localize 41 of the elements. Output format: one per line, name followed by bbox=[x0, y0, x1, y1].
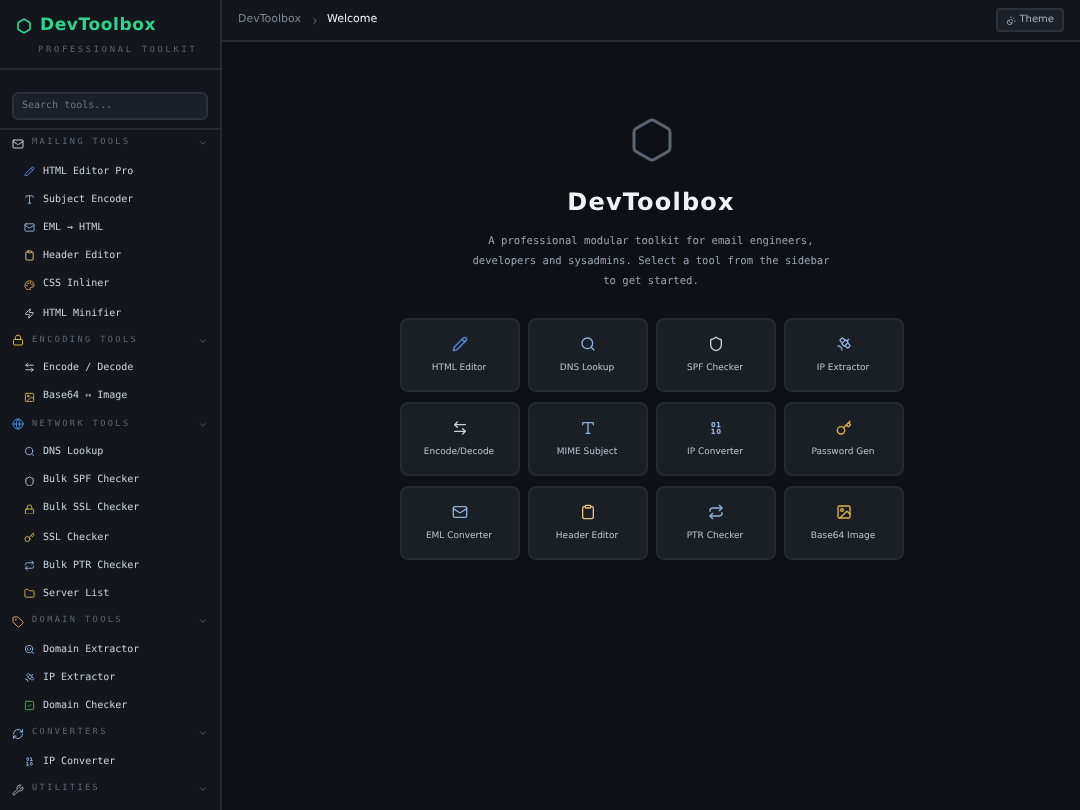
key-icon bbox=[24, 531, 35, 543]
image-icon bbox=[835, 504, 851, 520]
folder-icon bbox=[24, 588, 35, 600]
search-icon bbox=[579, 336, 595, 352]
welcome-title: DevToolbox bbox=[567, 188, 735, 216]
tag-icon bbox=[12, 615, 24, 628]
repeat-icon bbox=[24, 560, 35, 572]
app-logo: DevToolbox bbox=[40, 16, 157, 36]
number-icon bbox=[24, 756, 35, 768]
shield-icon bbox=[707, 336, 723, 352]
pencil-icon bbox=[451, 336, 467, 352]
key-icon bbox=[835, 420, 851, 436]
refresh-icon bbox=[12, 727, 24, 740]
chevron-right-icon bbox=[309, 15, 319, 25]
lock-icon bbox=[12, 334, 24, 347]
search-icon bbox=[24, 446, 35, 458]
hexagon-icon bbox=[627, 116, 675, 164]
arrows-icon bbox=[451, 420, 467, 436]
text-icon bbox=[579, 420, 595, 436]
satellite-icon bbox=[835, 336, 851, 352]
repeat-icon bbox=[707, 504, 723, 520]
wrench-icon bbox=[12, 783, 24, 796]
clipboard-icon bbox=[24, 250, 35, 262]
mail-icon bbox=[24, 222, 35, 234]
magnifier-icon bbox=[24, 643, 35, 655]
palette-icon bbox=[24, 279, 35, 291]
satellite-icon bbox=[24, 672, 35, 684]
image-icon bbox=[24, 391, 35, 403]
clipboard-icon bbox=[579, 504, 595, 520]
mail-icon bbox=[451, 504, 467, 520]
globe-icon bbox=[12, 418, 24, 431]
hexagon-icon bbox=[16, 18, 32, 34]
pencil-icon bbox=[24, 165, 35, 177]
lightning-icon bbox=[24, 307, 35, 319]
lock-icon bbox=[24, 503, 35, 515]
arrows-icon bbox=[24, 362, 35, 374]
mail-icon bbox=[12, 137, 24, 150]
shield-icon bbox=[24, 475, 35, 487]
check-icon bbox=[24, 700, 35, 712]
number-icon bbox=[707, 420, 723, 436]
text-icon bbox=[24, 194, 35, 206]
